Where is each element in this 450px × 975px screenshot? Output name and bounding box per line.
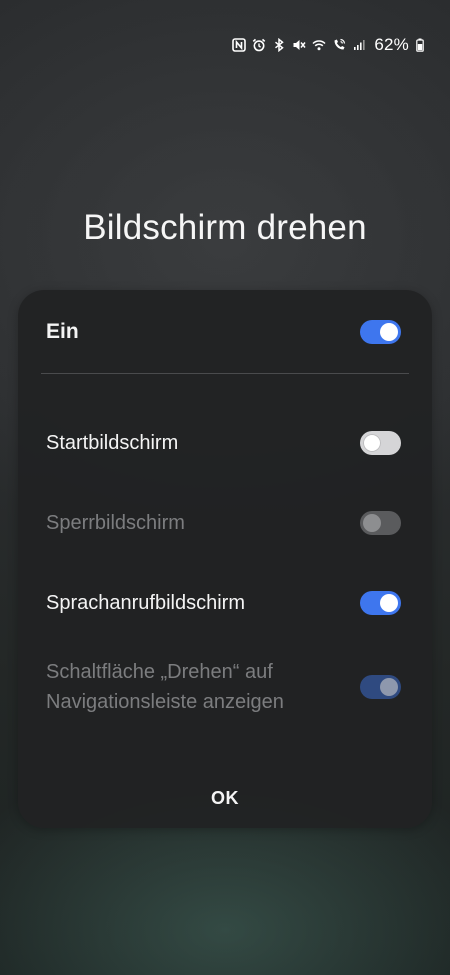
lock-screen-toggle <box>360 511 401 535</box>
toggle-knob <box>363 434 381 452</box>
main-toggle-row[interactable]: Ein <box>46 316 401 348</box>
option-label-navbar-rotate-button: Schaltfläche „Drehen“ auf Navigationslei… <box>46 661 284 713</box>
option-label-lock-screen: Sperrbildschirm <box>46 512 185 534</box>
battery-percent: 62% <box>374 35 409 54</box>
toggle-knob <box>380 323 398 341</box>
wifi-icon <box>312 38 326 52</box>
home-screen-toggle[interactable] <box>360 431 401 455</box>
option-label-voice-call-screen: Sprachanrufbildschirm <box>46 592 245 614</box>
bluetooth-icon <box>272 38 286 52</box>
ok-button[interactable]: OK <box>18 782 432 818</box>
wifi-calling-icon <box>332 38 346 52</box>
voice-call-screen-toggle[interactable] <box>360 591 401 615</box>
status-bar: 62% <box>232 33 424 57</box>
divider <box>41 373 409 374</box>
alarm-icon <box>252 38 266 52</box>
option-row-home-screen[interactable]: Startbildschirm <box>46 427 401 459</box>
signal-icon <box>352 38 366 52</box>
navbar-rotate-button-toggle <box>360 675 401 699</box>
toggle-knob <box>380 678 398 696</box>
ok-button-label: OK <box>211 787 239 808</box>
page-title: Bildschirm drehen <box>83 208 367 247</box>
mute-icon <box>292 38 306 52</box>
main-toggle-label: Ein <box>46 320 79 343</box>
option-row-voice-call-screen[interactable]: Sprachanrufbildschirm <box>46 587 401 619</box>
toggle-knob <box>380 594 398 612</box>
option-row-navbar-rotate-button: Schaltfläche „Drehen“ auf Navigationslei… <box>46 656 401 718</box>
option-row-lock-screen: Sperrbildschirm <box>46 507 401 539</box>
nfc-icon <box>232 38 247 52</box>
option-label-home-screen: Startbildschirm <box>46 432 179 454</box>
toggle-knob <box>363 514 381 532</box>
main-toggle-switch[interactable] <box>360 320 401 344</box>
battery-icon <box>416 38 424 52</box>
rotate-screen-dialog: Ein Startbildschirm Sperrbildschirm Spra… <box>18 290 432 828</box>
